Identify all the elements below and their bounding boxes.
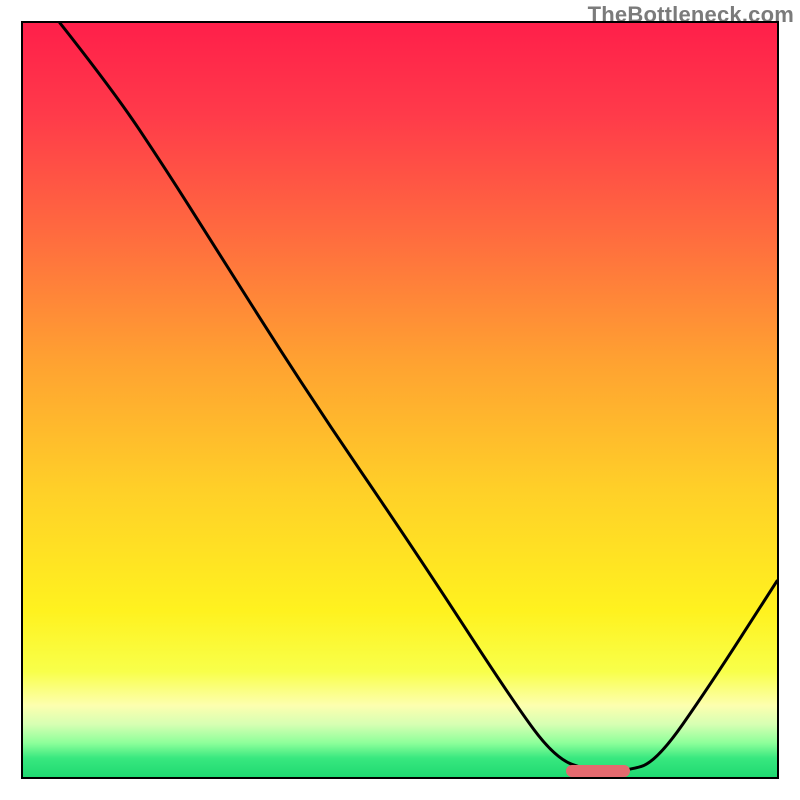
plot-area [21,21,779,779]
chart-frame: TheBottleneck.com [0,0,800,800]
optimal-range-marker [566,765,630,777]
bottleneck-curve [23,23,777,777]
